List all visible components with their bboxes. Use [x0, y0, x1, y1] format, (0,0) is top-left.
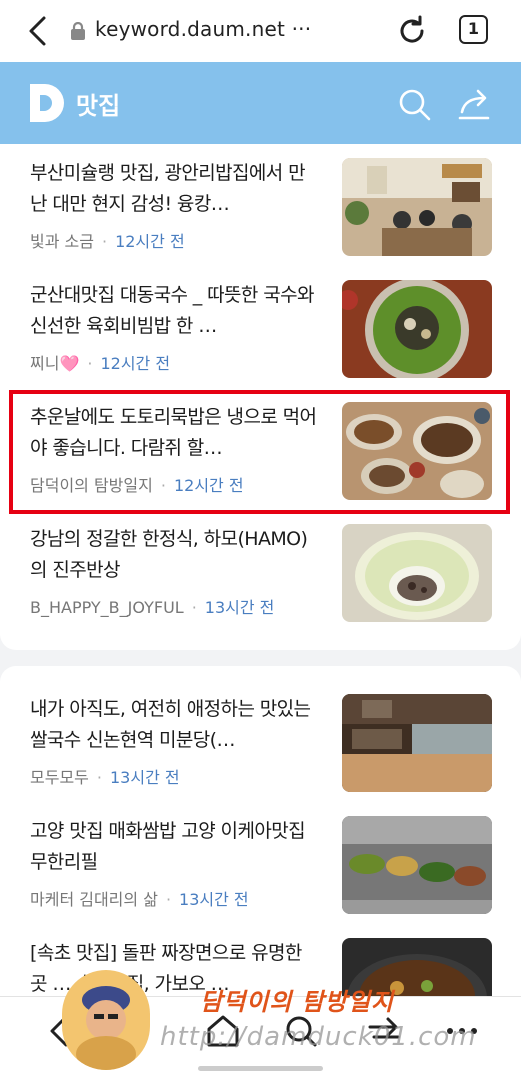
article-title[interactable]: 내가 아직도, 여전히 애정하는 맛있는 쌀국수 신논현역 미분당(… [30, 694, 318, 756]
list-item[interactable]: 부산미슐랭 맛집, 광안리밥집에서 만난 대만 현지 감성! 융캉… 빛과 소금… [0, 144, 521, 266]
article-thumbnail[interactable] [342, 280, 492, 378]
browser-url-bar: keyword.daum.net ··· 1 [0, 0, 521, 62]
watermark-title: 담덕이의 탐방일지 [200, 988, 394, 1016]
article-title[interactable]: 강남의 정갈한 한정식, 하모(HAMO)의 진주반상 [30, 524, 318, 586]
list-item[interactable]: 강남의 정갈한 한정식, 하모(HAMO)의 진주반상 B_HAPPY_B_JO… [0, 510, 521, 632]
highlight-box [9, 390, 510, 514]
reload-icon[interactable] [394, 13, 430, 49]
article-title[interactable]: 부산미슐랭 맛집, 광안리밥집에서 만난 대만 현지 감성! 융캉… [30, 158, 318, 220]
article-title[interactable]: 군산대맛집 대동국수 _ 따뜻한 국수와 신선한 육회비빔밥 한 … [30, 280, 318, 342]
list-item[interactable]: 내가 아직도, 여전히 애정하는 맛있는 쌀국수 신논현역 미분당(… 모두모두… [0, 680, 521, 802]
search-icon[interactable] [398, 88, 432, 122]
article-time: 13시간 전 [204, 598, 275, 617]
article-thumbnail[interactable] [342, 158, 492, 256]
home-indicator [198, 1066, 323, 1071]
article-meta: B_HAPPY_B_JOYFUL · 13시간 전 [30, 598, 275, 617]
list-item[interactable]: 군산대맛집 대동국수 _ 따뜻한 국수와 신선한 육회비빔밥 한 … 찌니🩷 · 1… [0, 266, 521, 388]
daum-logo[interactable] [30, 84, 64, 122]
share-icon[interactable] [456, 88, 492, 122]
article-time: 12시간 전 [100, 354, 171, 373]
article-author: B_HAPPY_B_JOYFUL [30, 598, 184, 617]
list-item[interactable]: 고양 맛집 매화쌈밥 고양 이케아맛집 무한리필 마케터 김대리의 삶 · 13시간… [0, 802, 521, 924]
article-time: 13시간 전 [179, 890, 249, 909]
watermark-url: http://damduck01.com [160, 1022, 477, 1052]
lock-icon [71, 22, 85, 40]
site-header: 맛집 [0, 62, 521, 144]
article-thumbnail[interactable] [342, 694, 492, 792]
article-author: 빛과 소금 [30, 232, 94, 251]
article-meta: 모두모두 · 13시간 전 [30, 768, 180, 787]
page-title: 맛집 [76, 92, 121, 120]
article-author: 마케터 김대리의 삶 [30, 890, 158, 909]
back-arrow-icon[interactable] [22, 14, 56, 48]
article-author: 모두모두 [30, 768, 89, 787]
article-meta: 마케터 김대리의 삶 · 13시간 전 [30, 890, 249, 909]
article-time: 13시간 전 [109, 768, 180, 787]
article-time: 12시간 전 [115, 232, 185, 251]
watermark-avatar [62, 970, 150, 1070]
tab-count-button[interactable]: 1 [459, 15, 488, 44]
article-title[interactable]: 고양 맛집 매화쌈밥 고양 이케아맛집 무한리필 [30, 816, 318, 878]
article-thumbnail[interactable] [342, 816, 492, 914]
article-author: 찌니 [30, 354, 60, 373]
url-text[interactable]: keyword.daum.net ··· [95, 17, 311, 41]
article-meta: 찌니🩷 · 12시간 전 [30, 354, 171, 373]
heart-emoji: 🩷 [59, 354, 80, 373]
article-meta: 빛과 소금 · 12시간 전 [30, 232, 185, 251]
article-thumbnail[interactable] [342, 524, 492, 622]
